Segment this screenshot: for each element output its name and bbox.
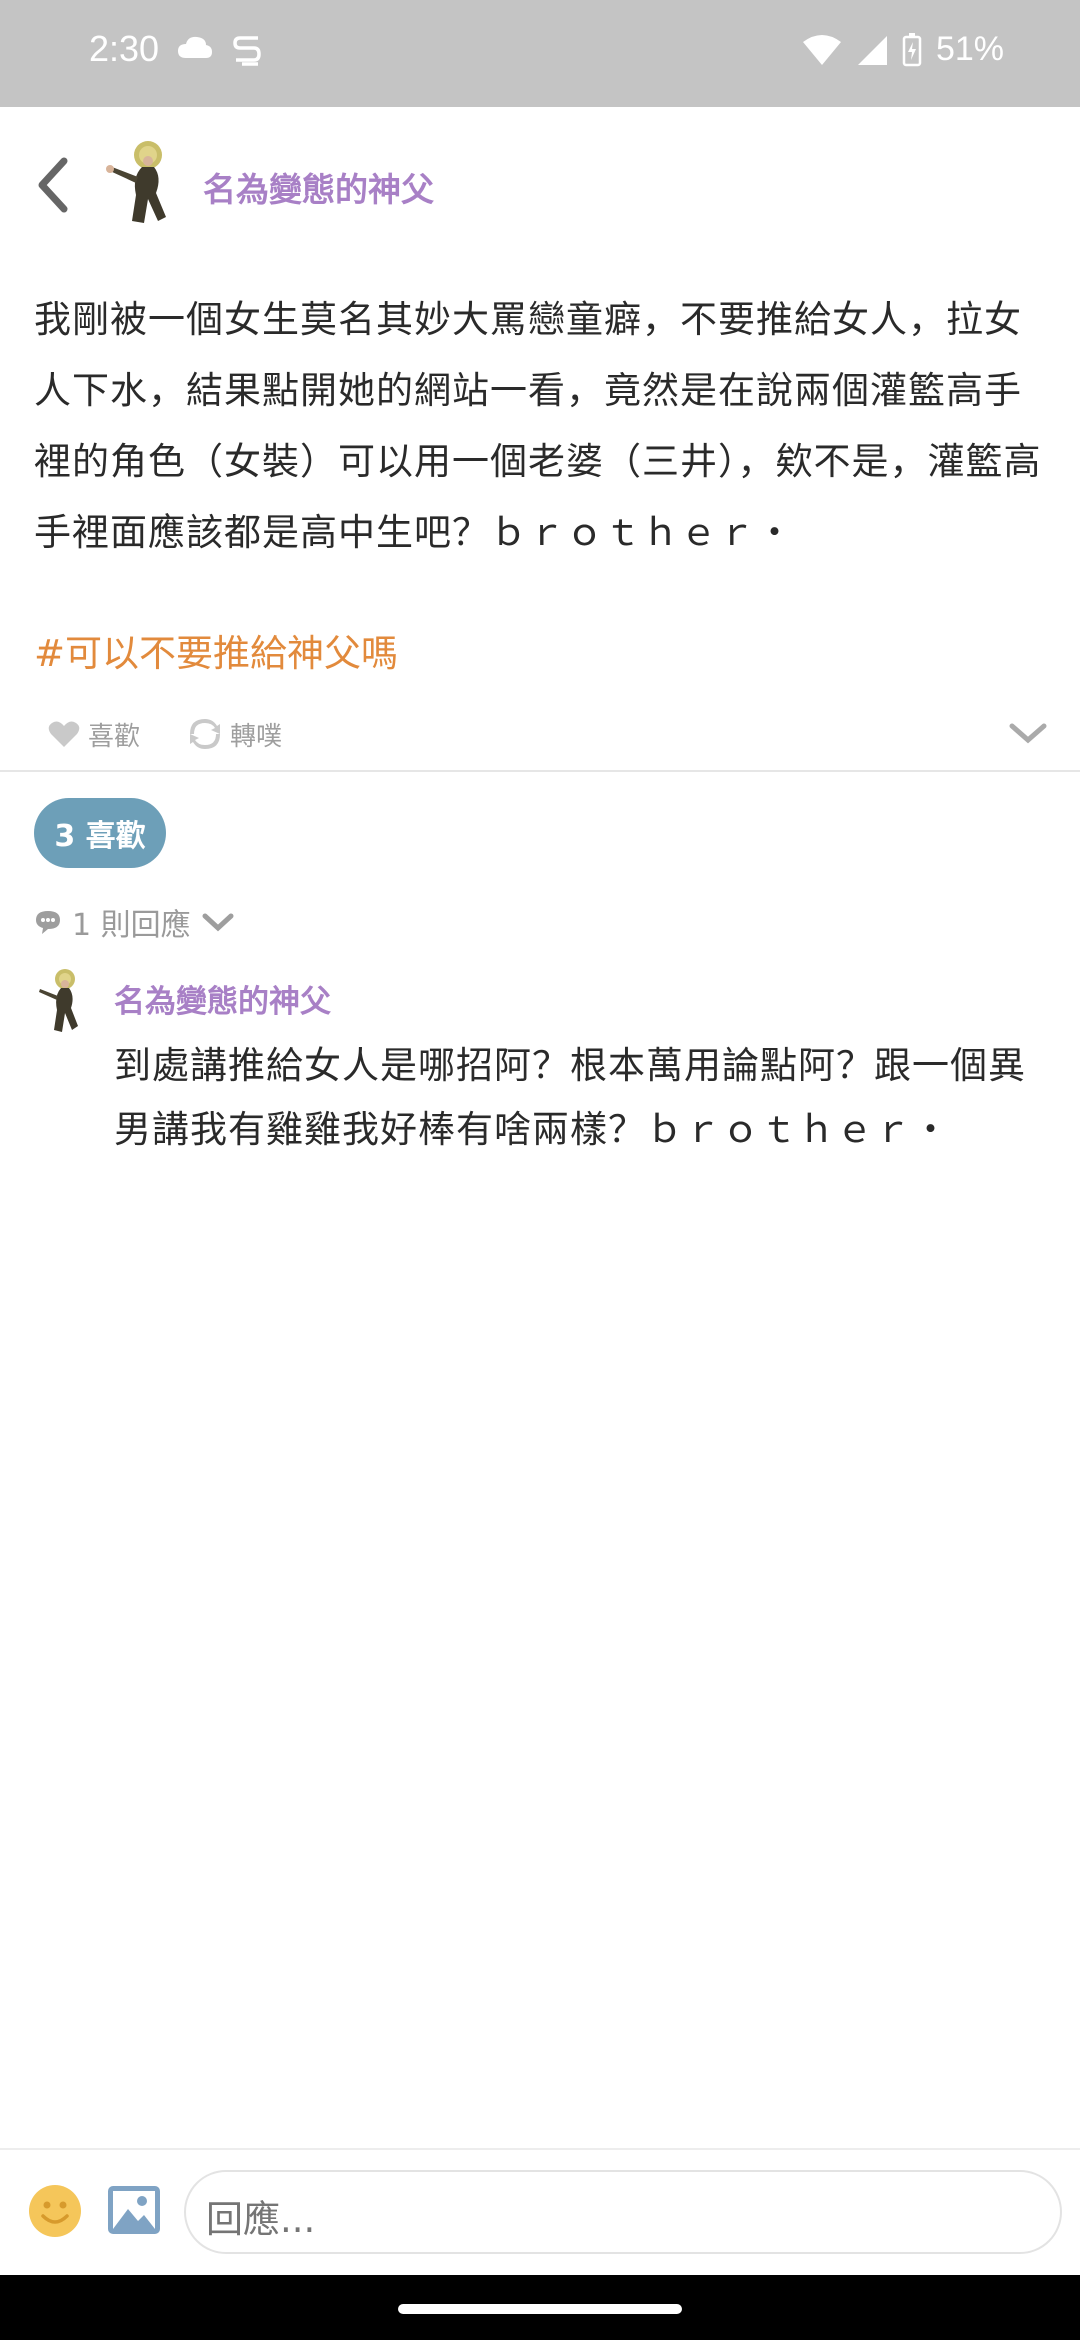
- comment-icon: [36, 911, 60, 934]
- emoji-icon[interactable]: [28, 2184, 82, 2238]
- battery-charging-icon: [902, 32, 922, 66]
- reply-input[interactable]: [184, 2170, 1062, 2254]
- home-indicator[interactable]: [398, 2304, 682, 2314]
- post-body: 我剛被一個女生莫名其妙大罵戀童癖，不要推給女人，拉女人下水，結果點開她的網站一看…: [34, 298, 1042, 554]
- reply-composer: [0, 2150, 1080, 2275]
- signal-icon: [857, 35, 887, 65]
- status-system-icons: 51%: [802, 30, 1004, 69]
- status-bar: 2:30 51%: [0, 0, 1080, 107]
- post-actions: 喜歡 轉噗: [48, 712, 330, 756]
- status-notification-icons: [176, 34, 262, 68]
- like-label: 喜歡: [88, 721, 141, 752]
- likes-badge[interactable]: 3 喜歡: [34, 798, 166, 868]
- replurk-label: 轉噗: [230, 721, 283, 752]
- cloud-icon: [178, 36, 212, 58]
- reply-author-name[interactable]: 名為變態的神父: [114, 976, 331, 1021]
- chevron-down-icon[interactable]: [1008, 718, 1048, 748]
- author-name[interactable]: 名為變態的神父: [203, 163, 434, 211]
- back-icon[interactable]: [30, 153, 78, 217]
- heart-icon: [48, 721, 80, 747]
- navigation-bar: [0, 2275, 1080, 2340]
- image-icon[interactable]: [106, 2184, 162, 2236]
- replies-toggle[interactable]: 1 則回應: [34, 900, 235, 944]
- avatar[interactable]: [104, 137, 184, 227]
- s-app-icon: [233, 36, 261, 66]
- post-hashtag[interactable]: #可以不要推給神父嗎: [34, 623, 398, 677]
- replurk-icon: [190, 719, 221, 749]
- battery-percent: 51%: [935, 30, 1004, 68]
- reply-body: 到處講推給女人是哪招阿？根本萬用論點阿？跟一個異男講我有雞雞我好棒有啥兩樣？ｂｒ…: [114, 1044, 1026, 1151]
- like-button[interactable]: 喜歡: [48, 716, 140, 753]
- wifi-icon: [802, 34, 841, 65]
- status-time: 2:30: [89, 28, 160, 69]
- avatar[interactable]: [34, 966, 90, 1034]
- chevron-down-icon: [202, 913, 234, 932]
- replies-count: 1 則回應: [72, 908, 191, 943]
- divider: [0, 770, 1080, 772]
- post-header: 名為變態的神父: [0, 107, 1080, 257]
- replurk-button[interactable]: 轉噗: [188, 716, 282, 753]
